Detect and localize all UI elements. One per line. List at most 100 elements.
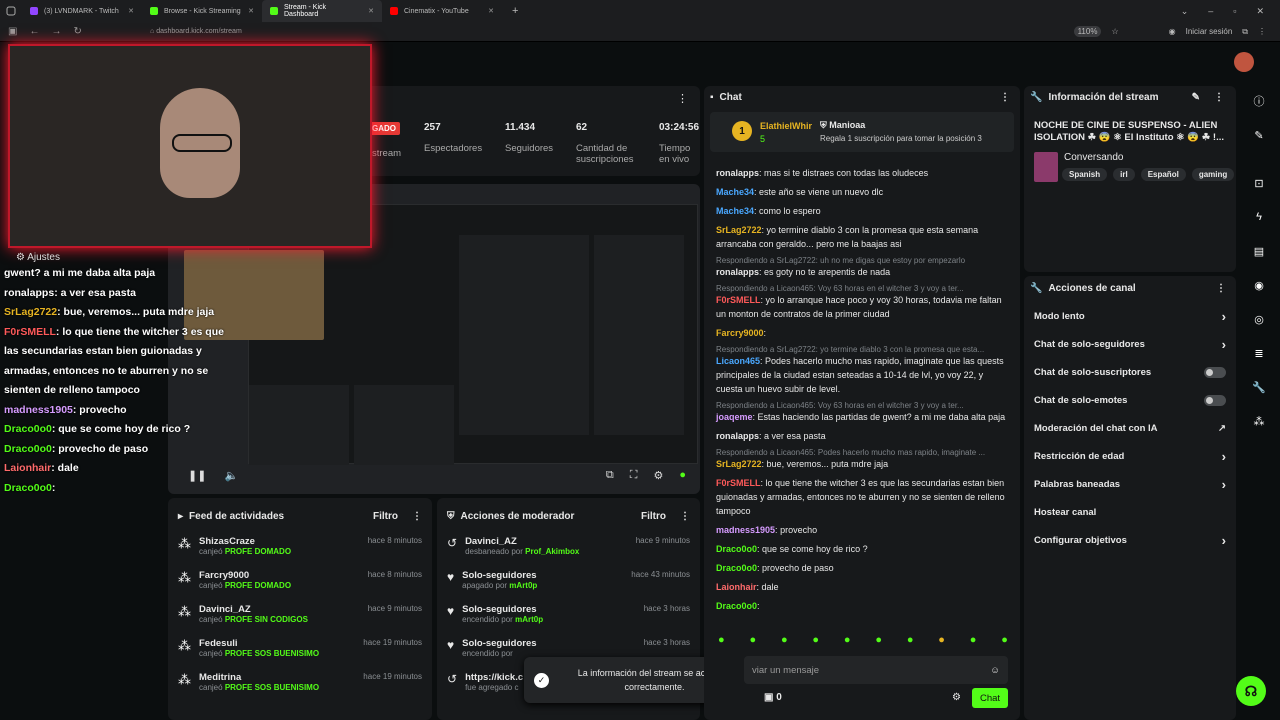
tab-search-icon[interactable]: ⌄ bbox=[1181, 6, 1189, 17]
wrench-icon[interactable]: 🔧 bbox=[1248, 376, 1270, 398]
channel-action-item[interactable]: Hostear canal bbox=[1030, 498, 1230, 526]
close-icon[interactable]: ✕ bbox=[248, 7, 254, 15]
forward-icon[interactable]: → bbox=[51, 26, 61, 37]
volume-icon[interactable]: 🔈 bbox=[224, 469, 238, 482]
extensions-icon[interactable]: ⧉ bbox=[1242, 27, 1248, 37]
chat-text: como lo espero bbox=[759, 206, 821, 216]
emote-icon[interactable]: ● bbox=[812, 634, 819, 646]
channel-action-item[interactable]: Chat de solo-emotes bbox=[1030, 386, 1230, 414]
stack-icon[interactable]: ≣ bbox=[1248, 342, 1270, 364]
chat-username[interactable]: ronalapps bbox=[716, 431, 759, 441]
channel-action-item[interactable]: Restricción de edad › bbox=[1030, 442, 1230, 470]
stream-tag[interactable]: Spanish bbox=[1062, 168, 1108, 181]
chat-username[interactable]: Farcry9000 bbox=[716, 328, 764, 338]
popout-icon[interactable]: ⧉ bbox=[606, 469, 614, 482]
tab-kick-browse[interactable]: Browse - Kick Streaming ✕ bbox=[142, 0, 262, 22]
info-icon[interactable]: ⓘ bbox=[1248, 90, 1270, 112]
chat-username[interactable]: SrLag2722 bbox=[716, 225, 762, 235]
maximize-icon[interactable]: ▫ bbox=[1233, 6, 1236, 17]
chat-username[interactable]: Draco0o0 bbox=[716, 563, 757, 573]
more-icon[interactable]: ⋮ bbox=[412, 511, 422, 522]
close-icon[interactable]: ✕ bbox=[368, 7, 374, 15]
url-field[interactable]: ⌂ dashboard.kick.com/stream bbox=[138, 25, 1048, 39]
user-avatar[interactable] bbox=[1234, 52, 1254, 72]
pinned-leaderboard[interactable]: 1 ElathielWhir 5 ⛨ Manioaa Regala 1 susc… bbox=[710, 112, 1014, 152]
star-icon[interactable]: ☆ bbox=[1111, 27, 1118, 36]
more-icon[interactable]: ⋮ bbox=[680, 511, 690, 522]
chat-username[interactable]: madness1905 bbox=[716, 525, 775, 535]
emote-icon[interactable]: ● bbox=[907, 634, 914, 646]
signin-button[interactable]: Iniciar sesión bbox=[1186, 27, 1233, 36]
toggle-switch[interactable] bbox=[1204, 366, 1226, 378]
tab-kick-dashboard[interactable]: Stream - Kick Dashboard ✕ bbox=[262, 0, 382, 22]
chat-username[interactable]: Mache34 bbox=[716, 206, 754, 216]
reload-icon[interactable]: ↻ bbox=[73, 26, 81, 37]
chat-username[interactable]: Licaon465 bbox=[716, 356, 760, 366]
chat-username[interactable]: ronalapps bbox=[716, 168, 759, 178]
chat-username[interactable]: joaqeme bbox=[716, 412, 753, 422]
channel-action-item[interactable]: Configurar objetivos › bbox=[1030, 526, 1230, 554]
bolt-icon[interactable]: ϟ bbox=[1248, 206, 1270, 228]
emote-icon[interactable]: ● bbox=[1001, 634, 1008, 646]
more-icon[interactable]: ⋮ bbox=[677, 92, 688, 105]
menu-icon[interactable]: ⋮ bbox=[1258, 27, 1266, 36]
back-icon[interactable]: ← bbox=[29, 26, 39, 37]
more-icon[interactable]: ⋮ bbox=[1000, 92, 1010, 103]
chat-username[interactable]: Laionhair bbox=[716, 582, 757, 592]
feed-filter-button[interactable]: Filtro bbox=[373, 511, 398, 522]
chat-username[interactable]: F0rSMELL bbox=[716, 478, 761, 488]
fullscreen-icon[interactable]: ⛶ bbox=[630, 469, 638, 482]
channel-action-item[interactable]: Chat de solo-suscriptores bbox=[1030, 358, 1230, 386]
new-tab-button[interactable]: + bbox=[502, 5, 518, 17]
chat-username[interactable]: Draco0o0 bbox=[716, 544, 757, 554]
toggle-switch[interactable] bbox=[1204, 394, 1226, 406]
chat-username[interactable]: Mache34 bbox=[716, 187, 754, 197]
mod-filter-button[interactable]: Filtro bbox=[641, 511, 666, 522]
emote-icon[interactable]: ● bbox=[718, 634, 725, 646]
nodes-icon[interactable]: ⁂ bbox=[1248, 410, 1270, 432]
tab-youtube[interactable]: Cinematix - YouTube ✕ bbox=[382, 0, 502, 22]
emote-icon[interactable]: ● bbox=[749, 634, 756, 646]
stream-tag[interactable]: gaming bbox=[1191, 168, 1235, 181]
channel-action-item[interactable]: Modo lento › bbox=[1030, 302, 1230, 330]
emoji-icon[interactable]: ☺ bbox=[990, 665, 1000, 676]
edit-icon[interactable]: ✎ bbox=[1192, 92, 1200, 103]
stream-category[interactable]: Conversando bbox=[1064, 152, 1123, 163]
chat-settings-icon[interactable]: ⚙ bbox=[952, 692, 961, 703]
layout-icon[interactable]: ⊡ bbox=[1248, 172, 1270, 194]
pencil-icon[interactable]: ✎ bbox=[1248, 124, 1270, 146]
emote-icon[interactable]: ● bbox=[781, 634, 788, 646]
zoom-level[interactable]: 110% bbox=[1073, 26, 1102, 37]
chat-username[interactable]: SrLag2722 bbox=[716, 459, 762, 469]
overlay-settings[interactable]: ⚙ Ajustes bbox=[16, 252, 60, 263]
broadcast-icon[interactable]: ◎ bbox=[1248, 308, 1270, 330]
more-icon[interactable]: ⋮ bbox=[1216, 283, 1226, 294]
chat-input[interactable]: viar un mensaje ☺ bbox=[744, 656, 1008, 684]
chat-username[interactable]: ronalapps bbox=[716, 267, 759, 277]
chat-username[interactable]: Draco0o0 bbox=[716, 601, 757, 611]
support-headset-icon[interactable]: ☊ bbox=[1236, 676, 1266, 706]
close-icon[interactable]: ✕ bbox=[128, 7, 134, 15]
document-icon[interactable]: ▤ bbox=[1248, 240, 1270, 262]
emote-icon[interactable]: ● bbox=[844, 634, 851, 646]
stream-tag[interactable]: Español bbox=[1140, 168, 1186, 181]
close-window-icon[interactable]: ✕ bbox=[1256, 6, 1264, 17]
sidebar-icon[interactable]: ▣ bbox=[8, 26, 17, 37]
settings-icon[interactable]: ⚙ bbox=[653, 469, 663, 482]
chat-username[interactable]: F0rSMELL bbox=[716, 295, 761, 305]
tab-menu-icon[interactable] bbox=[0, 6, 22, 16]
channel-action-item[interactable]: Palabras baneadas › bbox=[1030, 470, 1230, 498]
emote-icon[interactable]: ● bbox=[938, 634, 945, 646]
close-icon[interactable]: ✕ bbox=[488, 7, 494, 15]
chat-bubble-icon[interactable]: ◉ bbox=[1248, 274, 1270, 296]
channel-action-item[interactable]: Moderación del chat con IA ↗ bbox=[1030, 414, 1230, 442]
tab-twitch[interactable]: (3) LVNDMARK - Twitch ✕ bbox=[22, 0, 142, 22]
stream-tag[interactable]: irl bbox=[1113, 168, 1135, 181]
external-link-icon: ↗ bbox=[1218, 422, 1226, 434]
minimize-icon[interactable]: – bbox=[1208, 6, 1213, 17]
send-chat-button[interactable]: Chat bbox=[972, 688, 1008, 708]
emote-icon[interactable]: ● bbox=[875, 634, 882, 646]
channel-action-item[interactable]: Chat de solo-seguidores › bbox=[1030, 330, 1230, 358]
more-icon[interactable]: ⋮ bbox=[1214, 92, 1224, 103]
emote-icon[interactable]: ● bbox=[970, 634, 977, 646]
